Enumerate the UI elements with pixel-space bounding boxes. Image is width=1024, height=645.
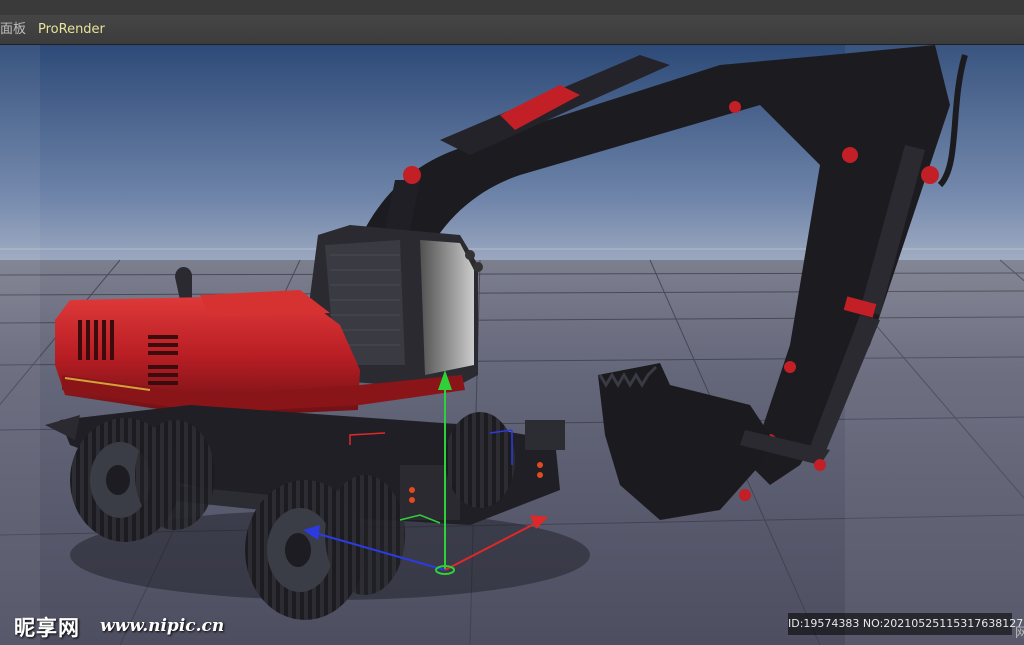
title-strip bbox=[0, 0, 1024, 15]
watermark-id: ID:19574383 NO:20210525115317638127 bbox=[788, 613, 1023, 635]
wheel-front-far[interactable] bbox=[445, 412, 515, 508]
corner-label: 网 bbox=[1015, 626, 1024, 641]
menu-item-panel[interactable]: 面板 bbox=[0, 22, 26, 38]
watermark-logo: 昵享网 bbox=[14, 616, 80, 640]
wheel-front-right[interactable] bbox=[325, 475, 405, 595]
wheel-rear-right[interactable] bbox=[135, 420, 215, 530]
watermark-url: www.nipic.cn bbox=[100, 616, 225, 636]
viewport-scene[interactable] bbox=[0, 45, 1024, 645]
safe-frame-left bbox=[0, 45, 40, 645]
menu-item-prorender[interactable]: ProRender bbox=[38, 22, 105, 38]
3d-viewport[interactable] bbox=[0, 45, 1024, 645]
menu-bar: 面板 ProRender bbox=[0, 15, 1024, 45]
